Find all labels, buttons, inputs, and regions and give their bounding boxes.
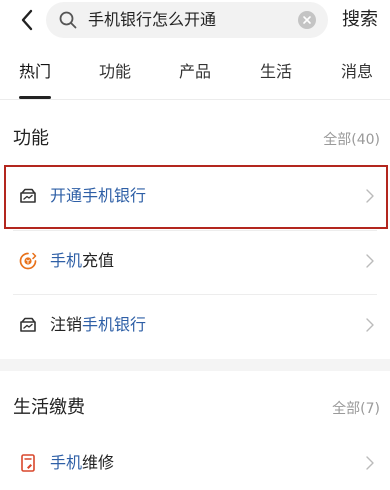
- chevron-right-icon: [366, 254, 374, 268]
- coin-icon: [19, 252, 37, 270]
- search-query-text: 手机银行怎么开通: [88, 10, 217, 29]
- list-item-label: 手机维修: [50, 453, 115, 472]
- tab-functions[interactable]: 功能: [99, 62, 131, 82]
- section-separator: [0, 359, 390, 371]
- chevron-right-icon: [366, 318, 374, 332]
- tab-messages[interactable]: 消息: [341, 62, 373, 82]
- tab-products[interactable]: 产品: [179, 62, 211, 82]
- list-item-label: 注销手机银行: [50, 315, 147, 334]
- tab-hot[interactable]: 热门: [19, 62, 51, 82]
- search-button[interactable]: 搜索: [342, 9, 378, 31]
- section-title-functions: 功能: [13, 128, 49, 149]
- search-input[interactable]: 手机银行怎么开通: [46, 2, 328, 38]
- back-arrow-icon[interactable]: [14, 6, 42, 34]
- search-header: 手机银行怎么开通 搜索: [0, 0, 390, 44]
- section-title-life-payments: 生活缴费: [13, 397, 85, 418]
- list-item-phone-repair[interactable]: 手机维修: [0, 433, 390, 490]
- clear-icon[interactable]: [298, 11, 316, 29]
- list-item-mobile-top-up[interactable]: 手机充值: [0, 231, 390, 293]
- list-item-cancel-mobile-banking[interactable]: 注销手机银行: [0, 295, 390, 357]
- list-item-label: 手机充值: [50, 251, 115, 270]
- chevron-right-icon: [366, 456, 374, 470]
- search-icon: [59, 11, 77, 29]
- phone-repair-icon: [21, 454, 35, 472]
- tabs-divider: [0, 99, 390, 100]
- wallet-icon: [20, 317, 36, 332]
- view-all-functions-link[interactable]: 全部(40): [323, 131, 380, 149]
- view-all-life-payments-link[interactable]: 全部(7): [332, 400, 380, 418]
- category-tabs: 热门 功能 产品 生活 消息: [0, 52, 390, 98]
- selection-highlight-box: [4, 165, 388, 229]
- tab-life[interactable]: 生活: [260, 62, 292, 82]
